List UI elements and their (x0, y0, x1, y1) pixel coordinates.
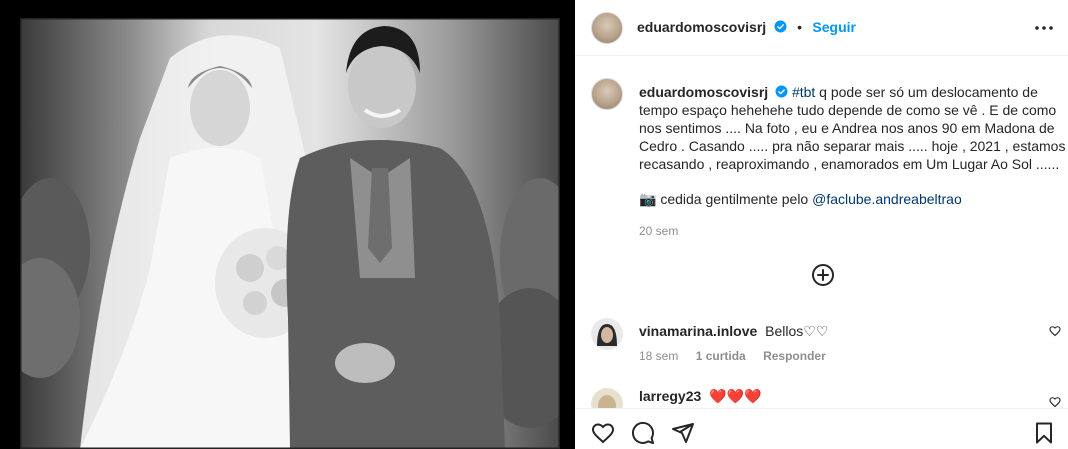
caption-author-avatar[interactable] (591, 78, 623, 110)
caption-line-5: recasando , reaproximando , enamorados e… (639, 156, 1060, 172)
follow-button[interactable]: Seguir (812, 19, 856, 35)
caption-hashtag[interactable]: #tbt (792, 84, 815, 100)
comment-heart-icon[interactable] (1049, 396, 1061, 408)
comment-icon[interactable] (631, 421, 655, 445)
comment-item: larregy23 ❤️❤️❤️ (591, 386, 1061, 420)
verified-badge-icon (775, 85, 788, 98)
header-separator: • (797, 19, 802, 35)
post-timestamp[interactable]: 20 sem (639, 224, 678, 238)
post-caption: eduardomoscovisrj #tbt q pode ser só um … (639, 83, 1066, 173)
share-icon[interactable] (671, 421, 695, 445)
reply-button[interactable]: Responder (763, 349, 826, 363)
camera-emoji: 📷 (639, 191, 657, 207)
verified-badge-icon (774, 20, 787, 33)
post-photo-pane[interactable] (0, 0, 575, 449)
comment-heart-icon[interactable] (1049, 325, 1061, 337)
more-horizontal-icon[interactable] (1032, 16, 1056, 40)
bookmark-icon[interactable] (1032, 421, 1056, 445)
post-action-bar (575, 408, 1068, 449)
comment-body: larregy23 ❤️❤️❤️ (639, 388, 761, 405)
commenter-username[interactable]: vinamarina.inlove (639, 323, 757, 339)
caption-line-3: nos sentimos .... Na foto , eu e Andrea … (639, 120, 1055, 136)
caption-line-2: tempo espaço hehehehe tudo depende de co… (639, 102, 1057, 118)
caption-line-4: Cedro . Casando ..... pra não separar ma… (639, 138, 1066, 154)
heart-icon[interactable] (591, 421, 615, 445)
post-photo[interactable] (20, 18, 560, 449)
credit-text: cedida gentilmente pelo (656, 191, 813, 207)
author-username[interactable]: eduardomoscovisrj (637, 19, 766, 35)
comment-likes[interactable]: 1 curtida (696, 349, 746, 363)
commenter-username[interactable]: larregy23 (639, 388, 701, 404)
caption-author-username[interactable]: eduardomoscovisrj (639, 84, 768, 100)
plus-circle-icon[interactable] (811, 263, 835, 287)
comment-meta: 18 sem 1 curtida Responder (639, 349, 840, 363)
wedding-photo-image (20, 18, 560, 449)
commenter-avatar[interactable] (591, 318, 623, 350)
comment-body: vinamarina.inlove Bellos♡♡ (639, 323, 828, 340)
author-avatar[interactable] (591, 12, 623, 44)
comment-text: Bellos♡♡ (765, 323, 829, 339)
caption-text: q pode ser só um deslocamento de (815, 84, 1038, 100)
comment-text: ❤️❤️❤️ (709, 388, 762, 404)
comment-time[interactable]: 18 sem (639, 349, 678, 363)
credit-mention-link[interactable]: @faclube.andreabeltrao (812, 191, 962, 207)
post-header: eduardomoscovisrj • Seguir (575, 0, 1068, 56)
caption-line-1: eduardomoscovisrj #tbt q pode ser só um … (639, 83, 1059, 101)
photo-credit: 📷 cedida gentilmente pelo @faclube.andre… (639, 191, 962, 208)
comment-item: vinamarina.inlove Bellos♡♡ 18 sem 1 curt… (591, 318, 1061, 370)
post-sidebar: eduardomoscovisrj • Seguir eduardomoscov… (575, 0, 1068, 449)
